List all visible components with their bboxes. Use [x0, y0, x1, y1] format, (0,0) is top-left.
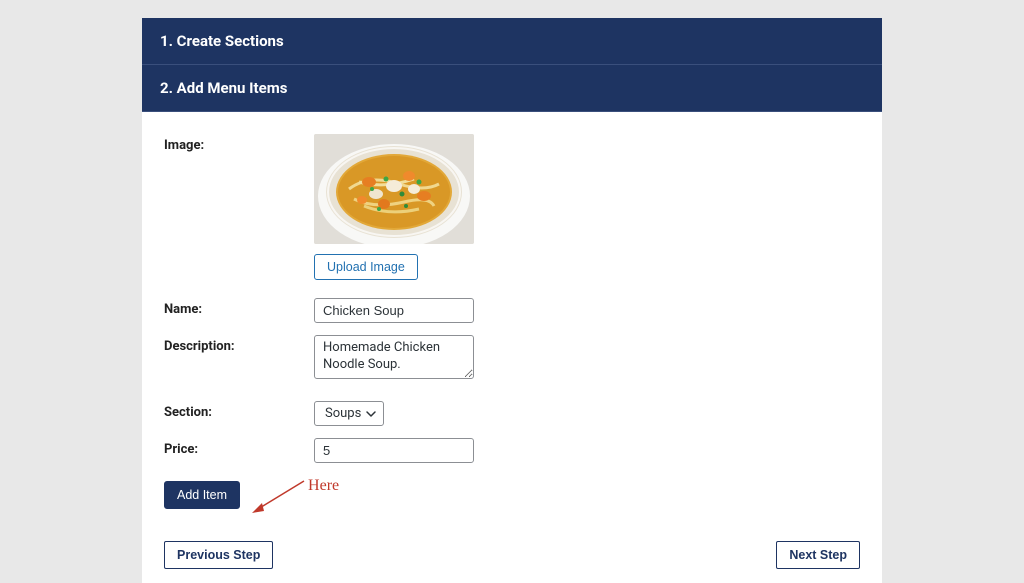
price-input[interactable] — [314, 438, 474, 463]
annotation-text: Here — [308, 477, 339, 495]
description-label: Description: — [164, 335, 314, 354]
image-row: Image: — [164, 134, 860, 280]
nav-row: Previous Step Next Step — [164, 535, 860, 569]
add-item-row: Add Item Here — [164, 481, 860, 509]
image-preview — [314, 134, 474, 244]
name-row: Name: — [164, 298, 860, 323]
name-label: Name: — [164, 298, 314, 317]
form-content: Image: — [142, 112, 882, 583]
section-select[interactable]: Soups — [314, 401, 384, 426]
next-step-button[interactable]: Next Step — [776, 541, 860, 569]
add-item-button[interactable]: Add Item — [164, 481, 240, 509]
section-label: Section: — [164, 401, 314, 420]
step-1-header[interactable]: 1. Create Sections — [142, 18, 882, 65]
previous-step-button[interactable]: Previous Step — [164, 541, 273, 569]
soup-image — [314, 134, 474, 244]
upload-image-button[interactable]: Upload Image — [314, 254, 418, 280]
step-2-header[interactable]: 2. Add Menu Items — [142, 65, 882, 112]
description-input[interactable]: Homemade Chicken Noodle Soup. — [314, 335, 474, 379]
section-selected-value: Soups — [325, 406, 361, 421]
price-label: Price: — [164, 438, 314, 457]
price-row: Price: — [164, 438, 860, 463]
name-input[interactable] — [314, 298, 474, 323]
image-label: Image: — [164, 134, 314, 153]
description-row: Description: Homemade Chicken Noodle Sou… — [164, 335, 860, 383]
wizard-container: 1. Create Sections 2. Add Menu Items Ima… — [142, 18, 882, 583]
image-field: Upload Image — [314, 134, 860, 280]
chevron-down-icon — [365, 408, 377, 420]
section-row: Section: Soups — [164, 401, 860, 426]
